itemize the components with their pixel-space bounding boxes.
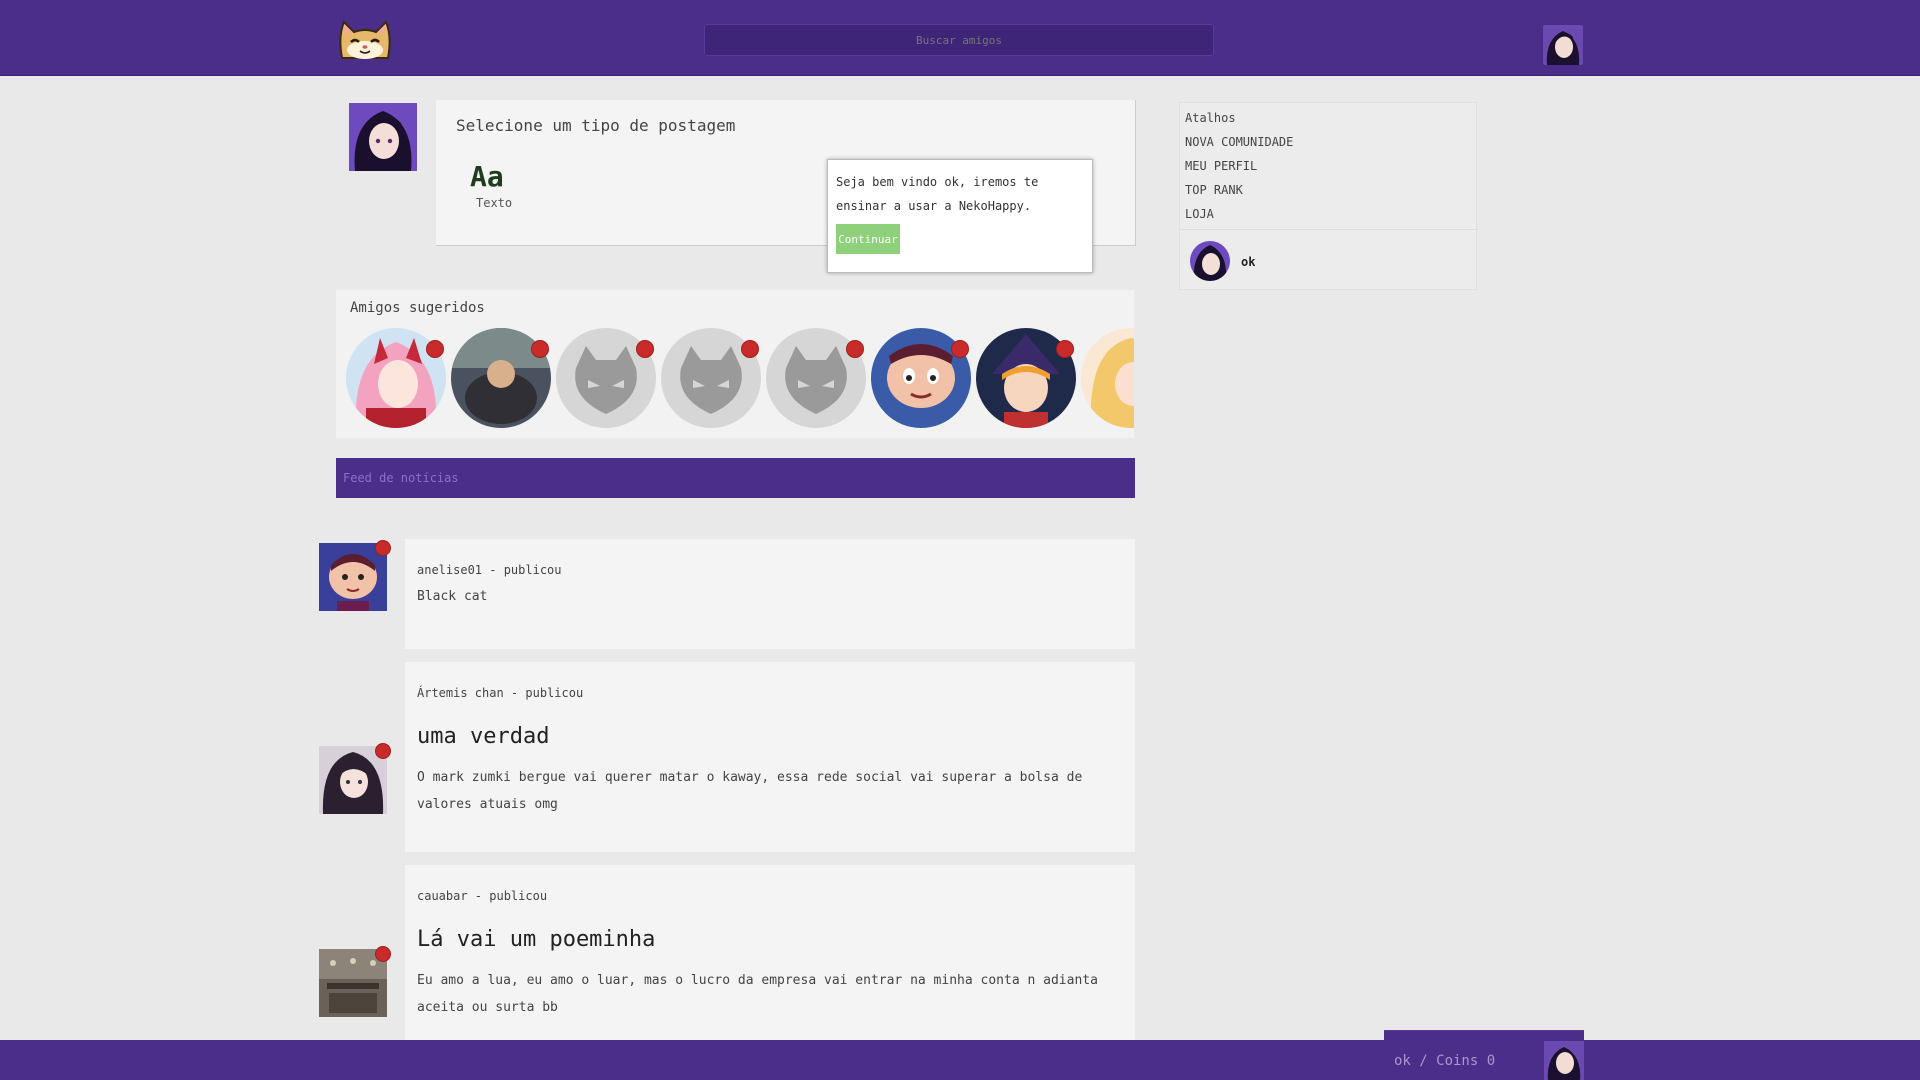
post-author[interactable]: anelise01 - publicou [417, 563, 562, 577]
shortcut-user-avatar[interactable] [1190, 241, 1230, 281]
shortcut-new-community[interactable]: NOVA COMUNIDADE [1185, 135, 1293, 149]
coins-panel[interactable]: ok / Coins 0 [1384, 1030, 1584, 1080]
coins-balance: ok / Coins 0 [1394, 1053, 1496, 1069]
top-navbar [0, 0, 1920, 76]
feed-post: Ártemis chan - publicou uma verdad O mar… [405, 662, 1135, 852]
cat-logo-icon[interactable] [336, 18, 394, 62]
current-user-avatar[interactable] [349, 103, 417, 171]
text-post-label[interactable]: Texto [476, 196, 512, 210]
shortcuts-panel: Atalhos NOVA COMUNIDADE MEU PERFIL TOP R… [1179, 102, 1478, 290]
welcome-dialog: Seja bem vindo ok, iremos te ensinar a u… [827, 159, 1093, 273]
post-author[interactable]: cauabar - publicou [417, 889, 547, 903]
shortcut-store[interactable]: LOJA [1185, 207, 1214, 221]
post-author[interactable]: Ártemis chan - publicou [417, 686, 583, 700]
suggested-friend-avatar[interactable] [1081, 328, 1134, 428]
shortcut-top-rank[interactable]: TOP RANK [1185, 183, 1243, 197]
post-body: O mark zumki bergue vai querer matar o k… [417, 770, 1083, 812]
search-friends-input[interactable] [704, 24, 1214, 56]
shortcut-my-profile[interactable]: MEU PERFIL [1185, 159, 1257, 173]
suggested-friends-title: Amigos sugeridos [350, 300, 485, 316]
welcome-message: Seja bem vindo ok, iremos te ensinar a u… [836, 175, 1039, 213]
notification-dot [951, 340, 969, 358]
post-body: Eu amo a lua, eu amo o luar, mas o lucro… [417, 973, 1098, 1015]
notification-dot [1056, 340, 1074, 358]
post-body: Black cat [417, 589, 488, 604]
post-title: Lá vai um poeminha [417, 927, 656, 952]
user-avatar[interactable] [1543, 25, 1583, 65]
notification-dot [531, 340, 549, 358]
continue-button[interactable]: Continuar [836, 224, 900, 254]
shortcut-username[interactable]: ok [1241, 255, 1255, 269]
divider [1180, 229, 1478, 230]
news-feed-header: Feed de notícias [336, 458, 1135, 498]
notification-dot [375, 540, 391, 556]
text-post-icon[interactable]: Aa [470, 160, 504, 193]
notification-dot [375, 743, 391, 759]
post-type-heading: Selecione um tipo de postagem [456, 116, 736, 135]
notification-dot [846, 340, 864, 358]
notification-dot [375, 946, 391, 962]
coins-user-avatar[interactable] [1544, 1041, 1584, 1080]
notification-dot [741, 340, 759, 358]
shortcuts-title: Atalhos [1185, 111, 1236, 125]
bottom-bar [0, 1040, 1920, 1080]
suggested-friends: Amigos sugeridos [336, 290, 1134, 438]
notification-dot [636, 340, 654, 358]
feed-post: cauabar - publicou Lá vai um poeminha Eu… [405, 865, 1135, 1040]
post-title: uma verdad [417, 724, 550, 749]
notification-dot [426, 340, 444, 358]
feed-post: anelise01 - publicou Black cat [405, 539, 1135, 649]
